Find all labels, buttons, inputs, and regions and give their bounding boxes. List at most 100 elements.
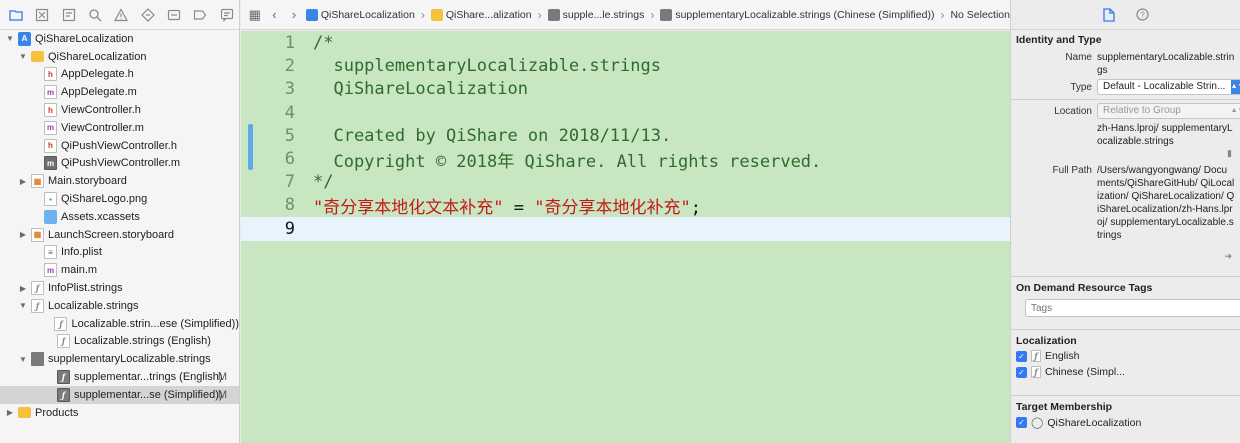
disclosure-open-icon[interactable]: ▼ (18, 301, 28, 311)
disclosure-open-icon[interactable]: ▼ (18, 52, 28, 62)
tree-item[interactable]: h AppDelegate.h (0, 66, 239, 84)
checkbox-checked-icon[interactable]: ✓ (1016, 417, 1027, 428)
report-navigator-icon[interactable] (215, 4, 239, 26)
localization-english[interactable]: ✓ ƒ English (1016, 350, 1079, 362)
disclosure-closed-icon[interactable]: ▶ (18, 230, 28, 240)
code-text: */ (313, 172, 334, 193)
test-navigator-icon[interactable] (136, 4, 160, 26)
tree-item[interactable]: h QiPushViewController.h (0, 137, 239, 155)
forward-chevron-icon[interactable]: › (286, 6, 302, 24)
breakpoint-navigator-icon[interactable] (188, 4, 212, 26)
tree-item[interactable]: h ViewController.h (0, 101, 239, 119)
disclosure-closed-icon[interactable]: ▶ (18, 283, 28, 293)
inspector-toolbar: ? (1011, 0, 1240, 30)
tree-item[interactable]: ▶ ƒ InfoPlist.strings (0, 279, 239, 297)
tree-item[interactable]: ▼ A QiShareLocalization (0, 30, 239, 48)
chevron-right-icon: › (537, 7, 542, 22)
tree-item[interactable]: ▼ ƒ Localizable.strings (0, 297, 239, 315)
code-line[interactable]: 6 Copyright © 2018年 QiShare. All rights … (241, 147, 1010, 172)
tree-item-label: Products (35, 406, 79, 419)
disclosure-closed-icon[interactable]: ▶ (5, 408, 15, 418)
location-select[interactable]: Relative to Group ▲▼ (1097, 103, 1240, 119)
strings-file-icon: ƒ (31, 281, 44, 296)
disclosure-closed-icon[interactable]: ▶ (18, 176, 28, 186)
project-navigator: ▼ A QiShareLocalization ▼ QiShareLocalizatio… (0, 0, 240, 443)
code-line[interactable]: 2 supplementaryLocalizable.strings (241, 54, 1010, 78)
tree-item[interactable]: ƒ Localizable.strin...ese (Simplified)) (0, 315, 239, 333)
tree-item[interactable]: Assets.xcassets (0, 208, 239, 226)
code-line[interactable]: 4 (241, 101, 1010, 125)
code-line[interactable]: 5 Created by QiShare on 2018/11/13. (241, 124, 1010, 148)
tree-item[interactable]: m QiPushViewController.m (0, 155, 239, 173)
tree-item-label: Localizable.strings (48, 299, 139, 312)
jump-segment-label: No Selection (950, 8, 1010, 21)
tree-item[interactable]: ƒ supplementar...trings (English) M (0, 368, 239, 386)
code-text: supplementaryLocalizable.strings (313, 56, 661, 77)
symbol-navigator-icon[interactable] (57, 4, 81, 26)
jump-segment-group[interactable]: QiShare...alization (430, 8, 532, 21)
divider (1011, 99, 1240, 100)
code-token-key: "奇分享本地化文本补充" (313, 197, 504, 218)
code-line[interactable]: 1 /* (241, 31, 1010, 55)
grid-icon[interactable]: ▦ (247, 6, 263, 24)
jump-segment-label: supplementaryLocalizable.strings (Chines… (675, 8, 935, 21)
search-icon[interactable] (83, 4, 107, 26)
code-line[interactable]: 3 QiShareLocalization (241, 77, 1010, 101)
tags-input[interactable] (1025, 299, 1240, 317)
tree-item[interactable]: ƒ Localizable.strings (English) (0, 333, 239, 351)
localization-chinese[interactable]: ✓ ƒ Chinese (Simpl... (1016, 366, 1125, 378)
tree-item[interactable]: m ViewController.m (0, 119, 239, 137)
folder-icon (18, 407, 31, 419)
code-line[interactable]: 7 */ (241, 170, 1010, 194)
tree-item-label: supplementar...trings (English) (74, 371, 223, 384)
folder-icon[interactable]: ▮ (1227, 148, 1232, 159)
warning-icon[interactable] (109, 4, 133, 26)
disclosure-open-icon[interactable]: ▼ (18, 354, 28, 364)
jump-segment-project[interactable]: QiShareLocalization (305, 8, 415, 21)
source-control-icon[interactable] (30, 4, 54, 26)
jump-segment-file[interactable]: supplementaryLocalizable.strings (Chines… (660, 8, 935, 21)
target-membership-item[interactable]: ✓ ◯ QiShareLocalization (1016, 416, 1141, 429)
code-line[interactable]: 8 "奇分享本地化文本补充" = "奇分享本地化补充"; (241, 193, 1010, 218)
tree-item[interactable]: ▶ ▦ Main.storyboard (0, 172, 239, 190)
code-text: QiShareLocalization (313, 79, 528, 100)
type-select[interactable]: Default - Localizable Strin... ▲▼ (1097, 79, 1240, 95)
tree-item[interactable]: ƒ supplementar...se (Simplified)) M (0, 385, 239, 404)
tree-item-label: main.m (61, 264, 98, 277)
tree-item[interactable]: m main.m (0, 261, 239, 279)
file-inspector-icon[interactable] (1101, 7, 1117, 23)
code-text: "奇分享本地化文本补充" = "奇分享本地化补充"; (295, 193, 701, 218)
plist-icon: ≡ (44, 245, 57, 260)
tree-item[interactable]: ▶ Products (0, 404, 239, 422)
debug-navigator-icon[interactable] (162, 4, 186, 26)
source-editor[interactable]: 1/* 2 supplementaryLocalizable.strings 3 Q… (241, 31, 1010, 443)
checkbox-checked-icon[interactable]: ✓ (1016, 366, 1027, 378)
chevron-right-icon: › (940, 7, 945, 22)
checkbox-checked-icon[interactable]: ✓ (1016, 350, 1027, 362)
help-icon[interactable]: ? (1135, 7, 1151, 23)
tree-item[interactable]: m AppDelegate.m (0, 83, 239, 101)
tree-item[interactable]: ▶ ▦ LaunchScreen.storyboard (0, 226, 239, 244)
folder-navigator-icon[interactable] (4, 4, 28, 26)
name-value[interactable]: supplementaryLocalizable.strings (1097, 51, 1235, 77)
updown-chevron-icon: ▲▼ (1231, 80, 1240, 94)
tree-item[interactable]: ▪ QiShareLogo.png (0, 190, 239, 208)
header-file-icon: h (44, 138, 57, 153)
tree-item[interactable]: ▼ supplementaryLocalizable.strings (0, 350, 239, 368)
tree-item[interactable]: ▼ QiShareLocalization (0, 48, 239, 66)
tree-item-label: QiPushViewController.h (61, 139, 177, 152)
line-number: 6 (284, 149, 295, 169)
file-inspector: ? Identity and Type Name supplementaryLo… (1010, 0, 1240, 443)
reveal-arrow-icon[interactable]: ➜ (1224, 251, 1232, 262)
back-chevron-icon[interactable]: ‹ (267, 6, 283, 24)
source-file-icon: m (44, 263, 57, 278)
jump-segment-strings-group[interactable]: supple...le.strings (547, 8, 644, 21)
tree-item[interactable]: ≡ Info.plist (0, 244, 239, 262)
disclosure-open-icon[interactable]: ▼ (5, 34, 15, 44)
code-line[interactable]: 9 (241, 216, 1010, 241)
jump-segment-selection[interactable]: No Selection (950, 9, 1010, 21)
